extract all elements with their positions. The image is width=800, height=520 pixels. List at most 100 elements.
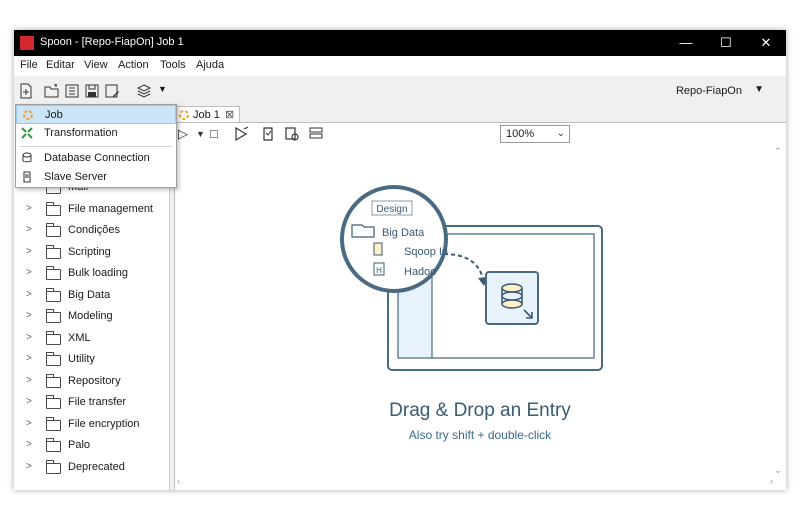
illustration-hadoop-badge: H [376,266,382,275]
vertical-scrollbar[interactable]: ⌃ ⌄ [774,146,784,476]
menu-ajuda[interactable]: Ajuda [196,59,224,71]
zoom-select[interactable]: 100% ⌄ [500,125,570,143]
tree-item-file-management[interactable]: > File management [14,200,170,221]
scroll-right-icon[interactable]: › [770,476,773,486]
folder-icon [46,309,61,323]
tab-label: Job 1 [193,109,220,121]
tree-item-file-encryption[interactable]: > File encryption [14,415,170,436]
drag-drop-illustration: Design Big Data Sqoop In H Hadoo [340,185,603,371]
chevron-right-icon[interactable]: > [26,396,32,407]
menu-item-slave-server[interactable]: Slave Server [16,168,176,187]
illustration-entry1-text: Sqoop In [404,246,448,258]
tree-item-scripting[interactable]: > Scripting [14,243,170,264]
menu-file[interactable]: File [20,59,38,71]
chevron-right-icon[interactable]: > [26,310,32,321]
maximize-button[interactable]: ☐ [706,30,746,56]
scroll-up-icon[interactable]: ⌃ [774,146,782,157]
tree-item-big-data[interactable]: > Big Data [14,286,170,307]
window-title: Spoon - [Repo-FiapOn] Job 1 [40,36,184,48]
tree-item-xml[interactable]: > XML [14,329,170,350]
menu-editar[interactable]: Editar [46,59,75,71]
folder-icon [46,266,61,280]
folder-icon [46,352,61,366]
job-icon [23,110,33,120]
close-button[interactable]: ✕ [746,30,786,56]
drag-drop-heading: Drag & Drop an Entry [389,400,571,421]
preview-icon[interactable] [234,126,250,142]
explore-icon[interactable] [64,83,80,99]
tree-item-label: File management [68,203,153,215]
horizontal-scrollbar[interactable]: ‹ › [177,476,773,488]
menu-bar: File Editar View Action Tools Ajuda [14,56,786,76]
canvas-toolbar: ▷ ▼ □ 100% ⌄ [174,122,786,144]
illustration-folder-text: Big Data [382,227,425,239]
open-folder-icon[interactable] [44,83,60,99]
tree-item-label: Palo [68,439,91,451]
chevron-right-icon[interactable]: > [26,267,32,278]
folder-icon [46,395,61,409]
spoon-app-icon [20,36,34,50]
chevron-right-icon[interactable]: > [26,332,32,343]
layers-icon[interactable] [136,83,152,99]
tree-item-label: Deprecated [68,461,125,473]
save-icon[interactable] [84,83,100,99]
job-canvas[interactable]: Design Big Data Sqoop In H Hadoo Drag & … [174,144,786,490]
tree-item-file-transfer[interactable]: > File transfer [14,393,170,414]
run-options-arrow-icon[interactable]: ▼ [196,129,205,139]
tree-item-label: Scripting [68,246,111,258]
layers-dropdown-arrow-icon[interactable]: ▼ [158,84,167,94]
repository-dropdown-icon[interactable]: ▼ [754,84,764,95]
sql-icon[interactable] [308,126,324,142]
title-bar: Spoon - [Repo-FiapOn] Job 1 — ☐ ✕ [14,30,786,56]
chevron-right-icon[interactable]: > [26,418,32,429]
new-file-dropdown-menu: Job Transformation Database Connection S… [15,104,177,188]
tree-item-modeling[interactable]: > Modeling [14,307,170,328]
tree-item-palo[interactable]: > Palo [14,436,170,457]
menu-item-label: Job [45,109,63,121]
stop-icon[interactable]: □ [210,126,218,141]
minimize-button[interactable]: — [666,30,706,56]
repository-name[interactable]: Repo-FiapOn [676,85,742,97]
chevron-right-icon[interactable]: > [26,289,32,300]
chevron-right-icon[interactable]: > [26,439,32,450]
tree-item-label: File transfer [68,396,127,408]
chevron-right-icon[interactable]: > [26,461,32,472]
chevron-right-icon[interactable]: > [26,224,32,235]
tree-item-repository[interactable]: > Repository [14,372,170,393]
menu-item-label: Database Connection [44,152,150,164]
folder-icon [46,374,61,388]
scroll-down-icon[interactable]: ⌄ [774,465,782,476]
chevron-right-icon[interactable]: > [26,353,32,364]
tree-item-condicoes[interactable]: > Condições [14,221,170,242]
folder-icon [46,417,61,431]
menu-action[interactable]: Action [118,59,149,71]
scroll-left-icon[interactable]: ‹ [177,476,180,486]
tree-item-label: Repository [68,375,121,387]
menu-item-transformation[interactable]: Transformation [16,124,176,143]
menu-item-job[interactable]: Job [16,105,176,124]
folder-icon [46,245,61,259]
impact-analysis-icon[interactable] [284,126,300,142]
new-file-icon[interactable] [18,83,34,99]
run-icon[interactable]: ▷ [178,126,188,142]
tab-close-icon[interactable]: ⊠ [225,108,234,121]
job-icon [179,110,189,120]
folder-icon [46,331,61,345]
chevron-right-icon[interactable]: > [26,375,32,386]
menu-view[interactable]: View [84,59,108,71]
chevron-right-icon[interactable]: > [26,246,32,257]
menu-item-label: Slave Server [44,171,107,183]
tree-item-utility[interactable]: > Utility [14,350,170,371]
check-icon[interactable] [260,126,276,142]
menu-tools[interactable]: Tools [160,59,186,71]
server-icon [23,171,31,183]
tree-item-deprecated[interactable]: > Deprecated [14,458,170,479]
folder-icon [46,223,61,237]
tab-job-1[interactable]: Job 1 ⊠ [174,106,240,123]
tab-bar: Job 1 ⊠ [174,106,786,123]
chevron-right-icon[interactable]: > [26,203,32,214]
drag-drop-subheading: Also try shift + double-click [408,428,552,442]
tree-item-bulk-loading[interactable]: > Bulk loading [14,264,170,285]
menu-item-database-connection[interactable]: Database Connection [16,149,176,168]
save-as-icon[interactable] [104,83,120,99]
